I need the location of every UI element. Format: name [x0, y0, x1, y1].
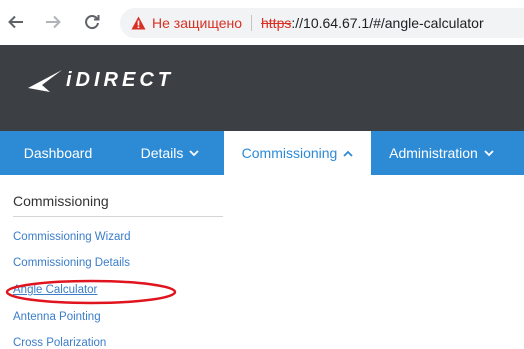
- nav-details-label: Details: [140, 145, 184, 161]
- sidebar-item-commissioning-details[interactable]: Commissioning Details: [13, 257, 130, 269]
- not-secure-label[interactable]: Не защищено: [152, 15, 242, 31]
- chevron-down-icon: [189, 149, 200, 157]
- nav-details[interactable]: Details: [116, 131, 224, 175]
- logo-text: iDIRECT: [66, 69, 174, 91]
- url-text[interactable]: https://10.64.67.1/#/angle-calculator: [261, 15, 484, 31]
- nav-administration-label: Administration: [389, 145, 478, 161]
- sidebar-title: Commissioning: [13, 193, 109, 209]
- nav-commissioning-label: Commissioning: [241, 145, 338, 161]
- app-header: iDIRECT: [0, 45, 524, 131]
- nav-dashboard[interactable]: Dashboard: [0, 131, 116, 175]
- nav-dashboard-label: Dashboard: [23, 145, 93, 161]
- url-scheme: https: [261, 15, 292, 31]
- main-navbar: Dashboard Details Commissioning Administ…: [0, 131, 524, 175]
- back-arrow-icon[interactable]: [6, 12, 26, 32]
- warning-icon[interactable]: [130, 15, 146, 31]
- highlight-ellipse-annotation: [5, 279, 177, 305]
- sidebar-item-cross-polarization[interactable]: Cross Polarization: [13, 337, 106, 349]
- sidebar-divider: [13, 216, 223, 217]
- idirect-logo[interactable]: iDIRECT: [28, 69, 174, 92]
- nav-commissioning[interactable]: Commissioning: [224, 131, 371, 175]
- sidebar-item-commissioning-wizard[interactable]: Commissioning Wizard: [13, 231, 131, 243]
- logo-swoosh-icon: [28, 69, 62, 92]
- chevron-down-icon: [484, 149, 494, 157]
- url-separator: [251, 15, 252, 31]
- chevron-up-icon: [343, 150, 353, 157]
- browser-toolbar: Не защищено https://10.64.67.1/#/angle-c…: [0, 0, 524, 44]
- address-bar[interactable]: Не защищено https://10.64.67.1/#/angle-c…: [120, 8, 524, 38]
- url-path: ://10.64.67.1/#/angle-calculator: [291, 15, 484, 31]
- reload-icon[interactable]: [82, 12, 102, 32]
- forward-arrow-icon[interactable]: [43, 12, 63, 32]
- nav-administration[interactable]: Administration: [371, 131, 512, 175]
- sidebar-item-antenna-pointing[interactable]: Antenna Pointing: [13, 311, 101, 323]
